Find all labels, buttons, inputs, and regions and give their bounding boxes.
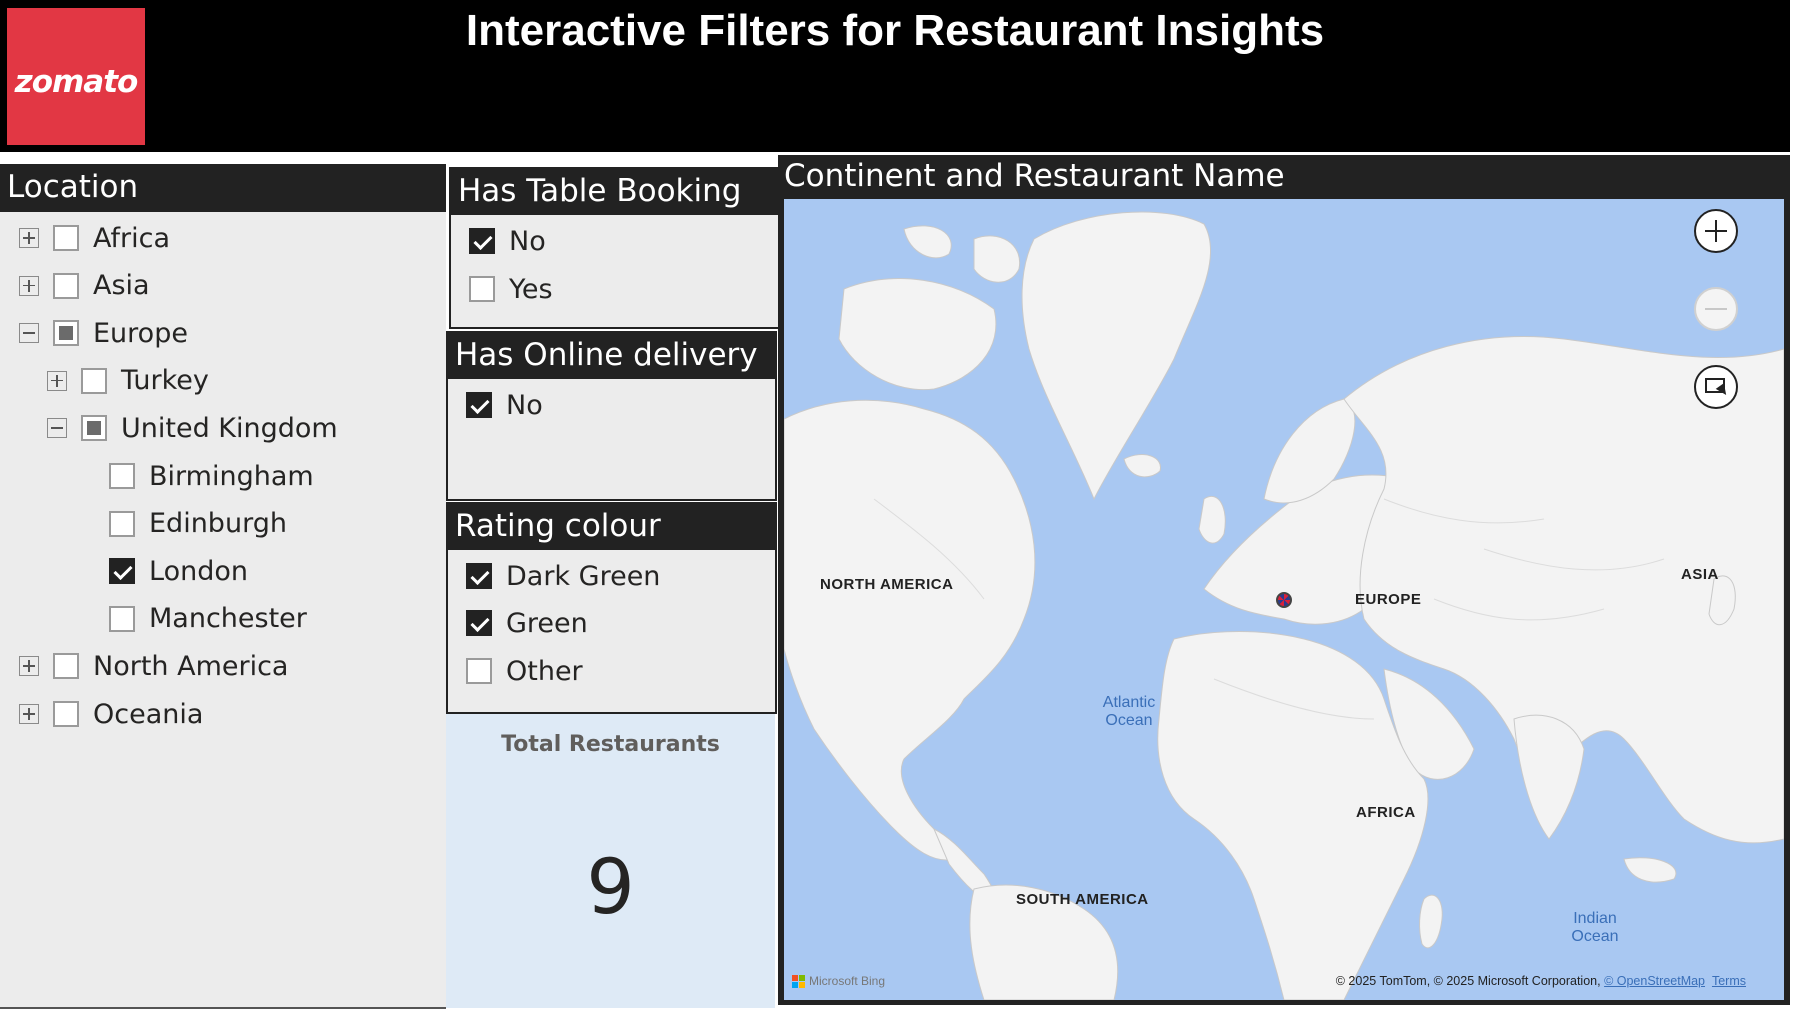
checkbox[interactable] — [53, 272, 79, 299]
page-title-text: Interactive Filters for Restaurant Insig… — [465, 6, 1325, 55]
location-label: United Kingdom — [121, 412, 338, 444]
location-label: Oceania — [93, 698, 204, 730]
location-label: Europe — [93, 317, 188, 349]
online-delivery-slicer: Has Online delivery No — [446, 331, 777, 501]
option-label: Other — [506, 655, 583, 687]
rating-colour-slicer-title: Rating colour — [448, 504, 775, 550]
world-map[interactable]: NORTH AMERICA EUROPE ASIA AFRICA SOUTH A… — [784, 199, 1784, 1000]
checkbox[interactable] — [81, 415, 107, 442]
location-label: Africa — [93, 222, 171, 254]
rating-option-other[interactable]: Other — [466, 651, 583, 691]
label-asia: ASIA — [1681, 566, 1719, 583]
rating-option-green[interactable]: Green — [466, 603, 588, 643]
checkbox[interactable] — [469, 228, 495, 254]
location-item[interactable]: Africa — [19, 218, 170, 258]
label-africa: AFRICA — [1356, 804, 1416, 821]
microsoft-logo-icon — [792, 974, 805, 988]
ocean-line: Ocean — [1571, 928, 1619, 945]
location-item[interactable]: Oceania — [19, 694, 203, 734]
location-item[interactable]: Edinburgh — [75, 504, 287, 544]
location-item[interactable]: United Kingdom — [47, 408, 338, 448]
logo-text: zomato — [14, 64, 139, 100]
checkbox[interactable] — [53, 653, 79, 680]
label-atlantic-ocean: Atlantic Ocean — [1084, 694, 1174, 730]
location-label: Edinburgh — [149, 508, 287, 540]
checkbox[interactable] — [466, 610, 492, 636]
option-label: No — [506, 389, 543, 421]
ocean-line: Indian — [1573, 910, 1617, 927]
location-item[interactable]: Birmingham — [75, 456, 314, 496]
selection-tool-button[interactable] — [1694, 365, 1738, 409]
expand-icon[interactable] — [19, 704, 39, 724]
location-label: North America — [93, 650, 289, 682]
checkbox[interactable] — [109, 463, 135, 489]
label-south-america: SOUTH AMERICA — [1016, 891, 1149, 908]
report-header: zomato Interactive Filters for Restauran… — [0, 0, 1790, 152]
divider — [0, 1007, 446, 1009]
label-indian-ocean: Indian Ocean — [1550, 910, 1640, 946]
location-label: Birmingham — [149, 460, 314, 492]
expand-icon[interactable] — [19, 656, 39, 677]
location-slicer: Location Africa Asia Europe Turkey United Ki… — [0, 164, 446, 1007]
option-label: Dark Green — [506, 560, 661, 592]
checkbox[interactable] — [466, 392, 492, 418]
expand-icon[interactable] — [47, 370, 67, 391]
location-item[interactable]: London — [75, 551, 248, 591]
checkbox[interactable] — [466, 563, 492, 589]
option-label: Yes — [509, 273, 553, 305]
bing-label: Microsoft Bing — [809, 974, 886, 988]
checkbox[interactable] — [466, 658, 492, 684]
checkbox[interactable] — [81, 367, 107, 394]
checkbox[interactable] — [109, 605, 135, 632]
rating-colour-slicer: Rating colour Dark Green Green Other — [446, 502, 777, 714]
location-item[interactable]: North America — [19, 646, 288, 686]
location-item[interactable]: Asia — [19, 266, 150, 306]
checkbox[interactable] — [53, 225, 79, 251]
location-item[interactable]: Europe — [19, 313, 188, 353]
location-item[interactable]: Turkey — [47, 361, 209, 401]
zoom-out-button[interactable] — [1694, 287, 1738, 331]
rating-option-dark-green[interactable]: Dark Green — [466, 556, 660, 596]
location-label: Asia — [93, 270, 150, 302]
option-label: Green — [506, 607, 588, 639]
checkbox[interactable] — [109, 510, 135, 537]
location-label: Manchester — [149, 603, 307, 635]
table-booking-option-yes[interactable]: Yes — [469, 269, 553, 309]
bing-logo: Microsoft Bing — [792, 974, 885, 988]
page-title: Interactive Filters for Restaurant Insig… — [0, 6, 1790, 56]
checkbox[interactable] — [109, 558, 135, 585]
location-slicer-title: Location — [0, 164, 446, 212]
card-value: 9 — [586, 842, 635, 931]
card-title: Total Restaurants — [501, 732, 720, 757]
location-item[interactable]: Manchester — [75, 599, 307, 639]
online-delivery-option-no[interactable]: No — [466, 385, 543, 425]
expand-icon[interactable] — [19, 275, 39, 296]
restaurant-marker-london[interactable] — [1276, 592, 1292, 608]
map-visual: Continent and Restaurant Name NORTH AMER… — [778, 155, 1790, 1005]
checkbox[interactable] — [53, 701, 79, 727]
terms-link[interactable]: Terms — [1712, 974, 1746, 988]
openstreetmap-link[interactable]: © OpenStreetMap — [1604, 974, 1705, 988]
map-title: Continent and Restaurant Name — [784, 158, 1285, 194]
map-attribution: © 2025 TomTom, © 2025 Microsoft Corporat… — [1336, 974, 1746, 988]
attribution-text: © 2025 TomTom, © 2025 Microsoft Corporat… — [1335, 974, 1601, 988]
table-booking-option-no[interactable]: No — [469, 221, 546, 261]
checkbox[interactable] — [53, 320, 79, 347]
checkbox[interactable] — [469, 276, 495, 302]
expand-icon[interactable] — [19, 228, 39, 248]
location-label: London — [149, 555, 248, 587]
table-booking-slicer-title: Has Table Booking — [451, 169, 778, 215]
location-label: Turkey — [121, 365, 209, 397]
total-restaurants-card: Total Restaurants 9 — [446, 714, 775, 1008]
table-booking-slicer: Has Table Booking No Yes — [449, 167, 780, 329]
option-label: No — [509, 225, 546, 257]
ocean-line: Ocean — [1105, 712, 1153, 729]
zoom-in-button[interactable] — [1694, 209, 1738, 253]
ocean-line: Atlantic — [1102, 694, 1156, 711]
collapse-icon[interactable] — [47, 418, 67, 439]
collapse-icon[interactable] — [19, 323, 39, 344]
label-europe: EUROPE — [1355, 591, 1422, 608]
online-delivery-slicer-title: Has Online delivery — [448, 333, 775, 379]
label-north-america: NORTH AMERICA — [820, 576, 954, 593]
